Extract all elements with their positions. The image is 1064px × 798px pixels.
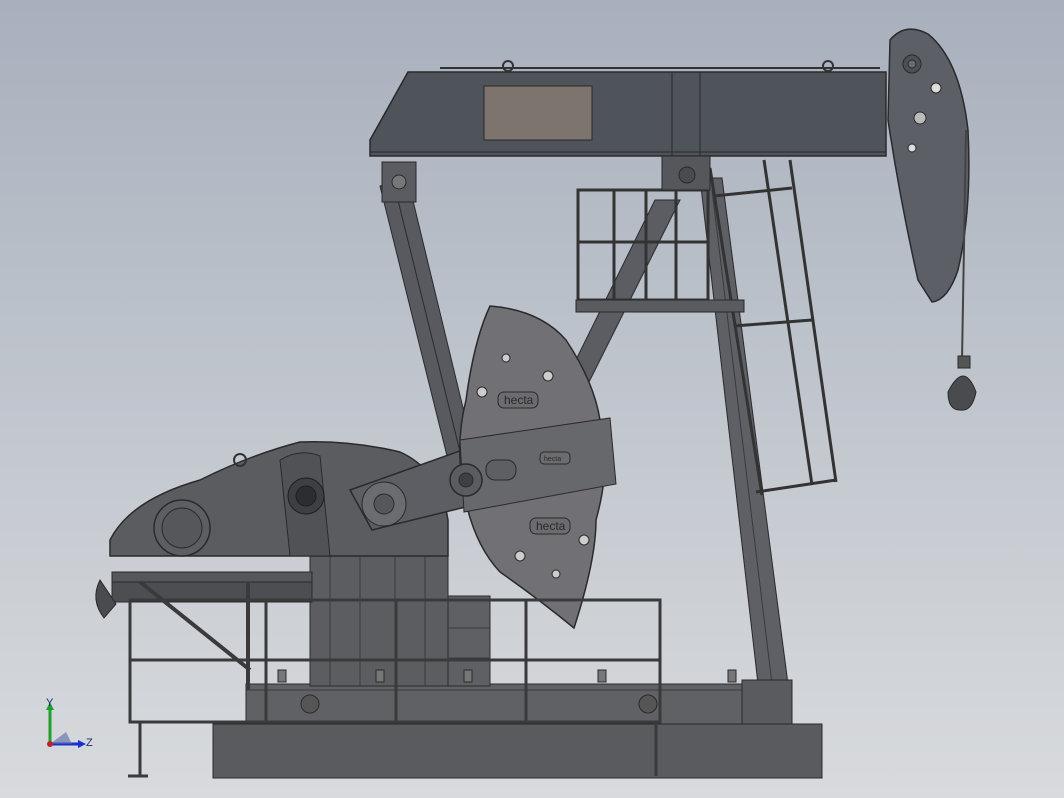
- counterweight-brand-mid: hecta: [544, 456, 561, 463]
- foundation-base: [212, 683, 823, 779]
- orientation-triad: Y Z: [46, 697, 93, 749]
- graphics-viewport[interactable]: hecta hecta hecta Y Z: [0, 0, 1064, 798]
- z-axis-label: Z: [86, 737, 93, 749]
- pumpjack-model[interactable]: hecta hecta hecta: [0, 0, 1064, 798]
- y-axis-label: Y: [46, 697, 54, 709]
- counterweight-brand-top: hecta: [504, 393, 534, 407]
- gearbox-pedestal: [309, 555, 491, 687]
- horse-head: [887, 28, 977, 411]
- walking-beam: [369, 60, 887, 191]
- counterweight-brand-bottom: hecta: [536, 519, 566, 533]
- origin-point: [47, 741, 53, 747]
